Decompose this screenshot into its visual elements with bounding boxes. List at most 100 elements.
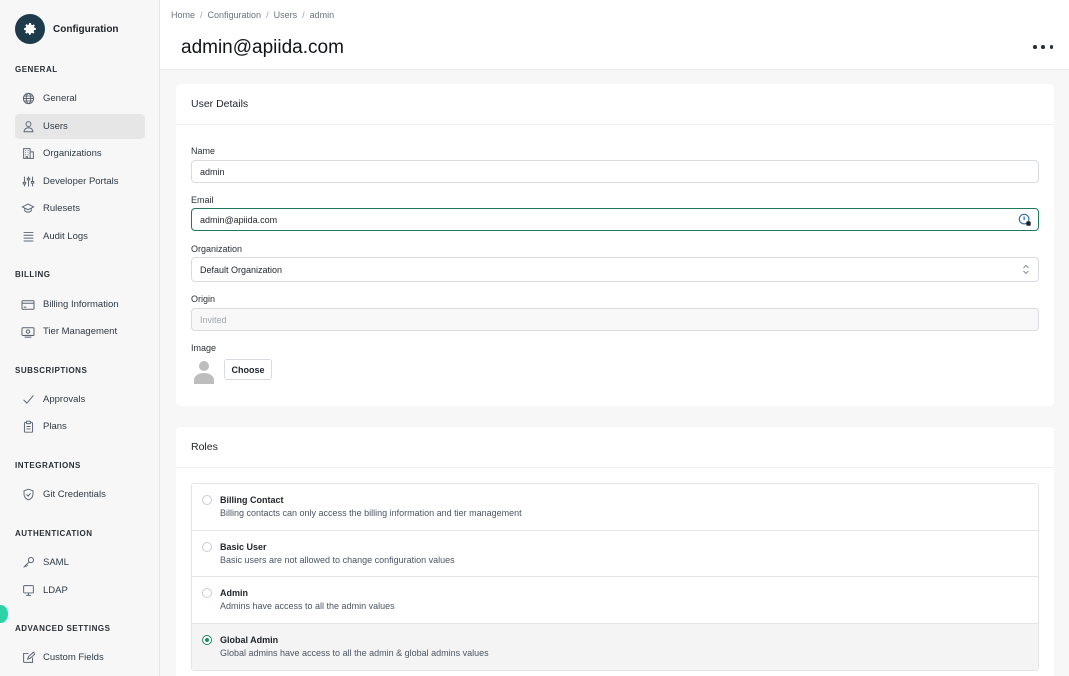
name-label: Name	[191, 146, 216, 156]
sidebar-item-organizations[interactable]: Organizations	[15, 141, 145, 166]
image-label: Image	[191, 343, 217, 353]
monitor-icon	[21, 584, 35, 598]
sidebar-item-rulesets[interactable]: Rulesets	[15, 196, 145, 221]
breadcrumb-separator: /	[200, 10, 203, 20]
avatar	[194, 361, 214, 384]
role-option-admin[interactable]: Admin Admins have access to all the admi…	[192, 577, 1038, 624]
breadcrumb-separator: /	[302, 10, 305, 20]
graduation-cap-icon	[21, 202, 35, 216]
breadcrumb-separator: /	[266, 10, 269, 20]
sidebar-item-general[interactable]: General	[15, 86, 145, 111]
role-name: Basic User	[220, 541, 267, 552]
page-header: Home / Configuration / Users / admin adm…	[160, 0, 1069, 70]
sidebar-item-billing-information[interactable]: Billing Information	[15, 292, 145, 317]
sidebar-item-label: LDAP	[43, 585, 68, 596]
breadcrumb-users[interactable]: Users	[274, 10, 298, 20]
role-description: Basic users are not allowed to change co…	[220, 554, 455, 565]
section-integrations: INTEGRATIONS	[15, 461, 81, 470]
sidebar-item-label: Git Credentials	[43, 489, 106, 500]
check-icon	[21, 393, 35, 407]
choose-image-button[interactable]: Choose	[224, 359, 272, 380]
section-authentication: AUTHENTICATION	[15, 529, 93, 538]
role-name: Billing Contact	[220, 495, 284, 505]
roles-card: Roles Billing Contact Billing contacts c…	[176, 427, 1054, 676]
sidebar-item-tier-management[interactable]: Tier Management	[15, 319, 145, 344]
organization-label: Organization	[191, 244, 243, 254]
breadcrumb-home[interactable]: Home	[171, 10, 195, 20]
role-name: Admin	[220, 588, 248, 598]
section-billing: BILLING	[15, 270, 51, 279]
role-description: Global admins have access to all the adm…	[220, 647, 489, 658]
sidebar-item-label: Audit Logs	[43, 231, 88, 242]
brand[interactable]: Configuration	[15, 14, 119, 44]
divider	[176, 467, 1054, 468]
sidebar-item-label: Approvals	[43, 394, 86, 405]
role-option-basic-user[interactable]: Basic User Basic users are not allowed t…	[192, 530, 1038, 577]
sidebar-item-custom-fields[interactable]: Custom Fields	[15, 645, 145, 670]
gear-icon	[15, 14, 45, 44]
radio-button[interactable]	[202, 495, 212, 505]
origin-field: Invited	[191, 308, 1039, 331]
section-general: GENERAL	[15, 65, 58, 74]
organization-select[interactable]: Default Organization	[191, 257, 1039, 282]
role-description: Admins have access to all the admin valu…	[220, 601, 395, 611]
edit-fields-icon	[21, 651, 35, 665]
sidebar-item-saml[interactable]: SAML	[15, 550, 145, 575]
card-title: Roles	[191, 441, 218, 453]
email-label: Email	[191, 195, 214, 205]
credit-card-icon	[21, 298, 35, 312]
organization-value: Default Organization	[200, 264, 283, 275]
role-option-global-admin[interactable]: Global Admin Global admins have access t…	[192, 623, 1038, 670]
role-description: Billing contacts can only access the bil…	[220, 508, 522, 518]
breadcrumb-current: admin	[309, 10, 335, 20]
roles-list: Billing Contact Billing contacts can onl…	[191, 483, 1039, 671]
password-manager-icon[interactable]	[1018, 213, 1032, 227]
sidebar-item-label: SAML	[43, 557, 69, 568]
main-content: Home / Configuration / Users / admin adm…	[160, 0, 1069, 676]
radio-button[interactable]	[202, 588, 212, 598]
sidebar-item-label: Tier Management	[43, 326, 118, 337]
money-icon	[21, 325, 35, 339]
sidebar-item-label: Billing Information	[43, 299, 119, 310]
sidebar-item-label: Developer Portals	[43, 176, 119, 187]
divider	[176, 124, 1054, 125]
sidebar-item-label: Custom Fields	[43, 652, 104, 663]
sidebar-item-label: General	[43, 93, 77, 104]
user-icon	[21, 120, 35, 134]
sidebar-item-label: Organizations	[43, 148, 102, 159]
card-title: User Details	[191, 98, 249, 110]
radio-button-selected[interactable]	[202, 634, 212, 645]
email-field[interactable]: admin@apiida.com	[191, 208, 1039, 231]
key-icon	[21, 556, 35, 570]
globe-icon	[21, 92, 35, 106]
sidebar-item-developer-portals[interactable]: Developer Portals	[15, 169, 145, 194]
sidebar-item-users[interactable]: Users	[15, 114, 145, 139]
email-value: admin@apiida.com	[200, 214, 278, 225]
role-option-billing-contact[interactable]: Billing Contact Billing contacts can onl…	[192, 484, 1038, 531]
sidebar-item-audit-logs[interactable]: Audit Logs	[15, 224, 145, 249]
page-title: admin@apiida.com	[181, 37, 344, 58]
role-name: Global Admin	[220, 634, 279, 645]
sliders-icon	[21, 175, 35, 189]
sidebar-item-ldap[interactable]: LDAP	[15, 578, 145, 603]
more-options-icon[interactable]	[1033, 40, 1053, 54]
sidebar-item-label: Rulesets	[43, 203, 80, 214]
sidebar-item-git-credentials[interactable]: Git Credentials	[15, 482, 145, 507]
section-subscriptions: SUBSCRIPTIONS	[15, 366, 88, 375]
sidebar-item-approvals[interactable]: Approvals	[15, 387, 145, 412]
building-icon	[21, 147, 35, 161]
app-title: Configuration	[53, 23, 119, 35]
name-field[interactable]: admin	[191, 160, 1039, 183]
radio-button[interactable]	[202, 541, 212, 552]
section-advanced-settings: ADVANCED SETTINGS	[15, 624, 111, 633]
sidebar: Configuration GENERAL General Users Orga…	[0, 0, 160, 676]
list-icon	[21, 230, 35, 244]
breadcrumb-configuration[interactable]: Configuration	[208, 10, 262, 20]
origin-label: Origin	[191, 294, 216, 304]
sidebar-item-plans[interactable]: Plans	[15, 414, 145, 439]
clipboard-icon	[21, 420, 35, 434]
chevron-updown-icon	[1023, 264, 1029, 275]
sidebar-item-label: Plans	[43, 421, 67, 432]
user-details-card: User Details Name admin Email admin@apii…	[176, 84, 1054, 406]
breadcrumb: Home / Configuration / Users / admin	[171, 10, 334, 20]
